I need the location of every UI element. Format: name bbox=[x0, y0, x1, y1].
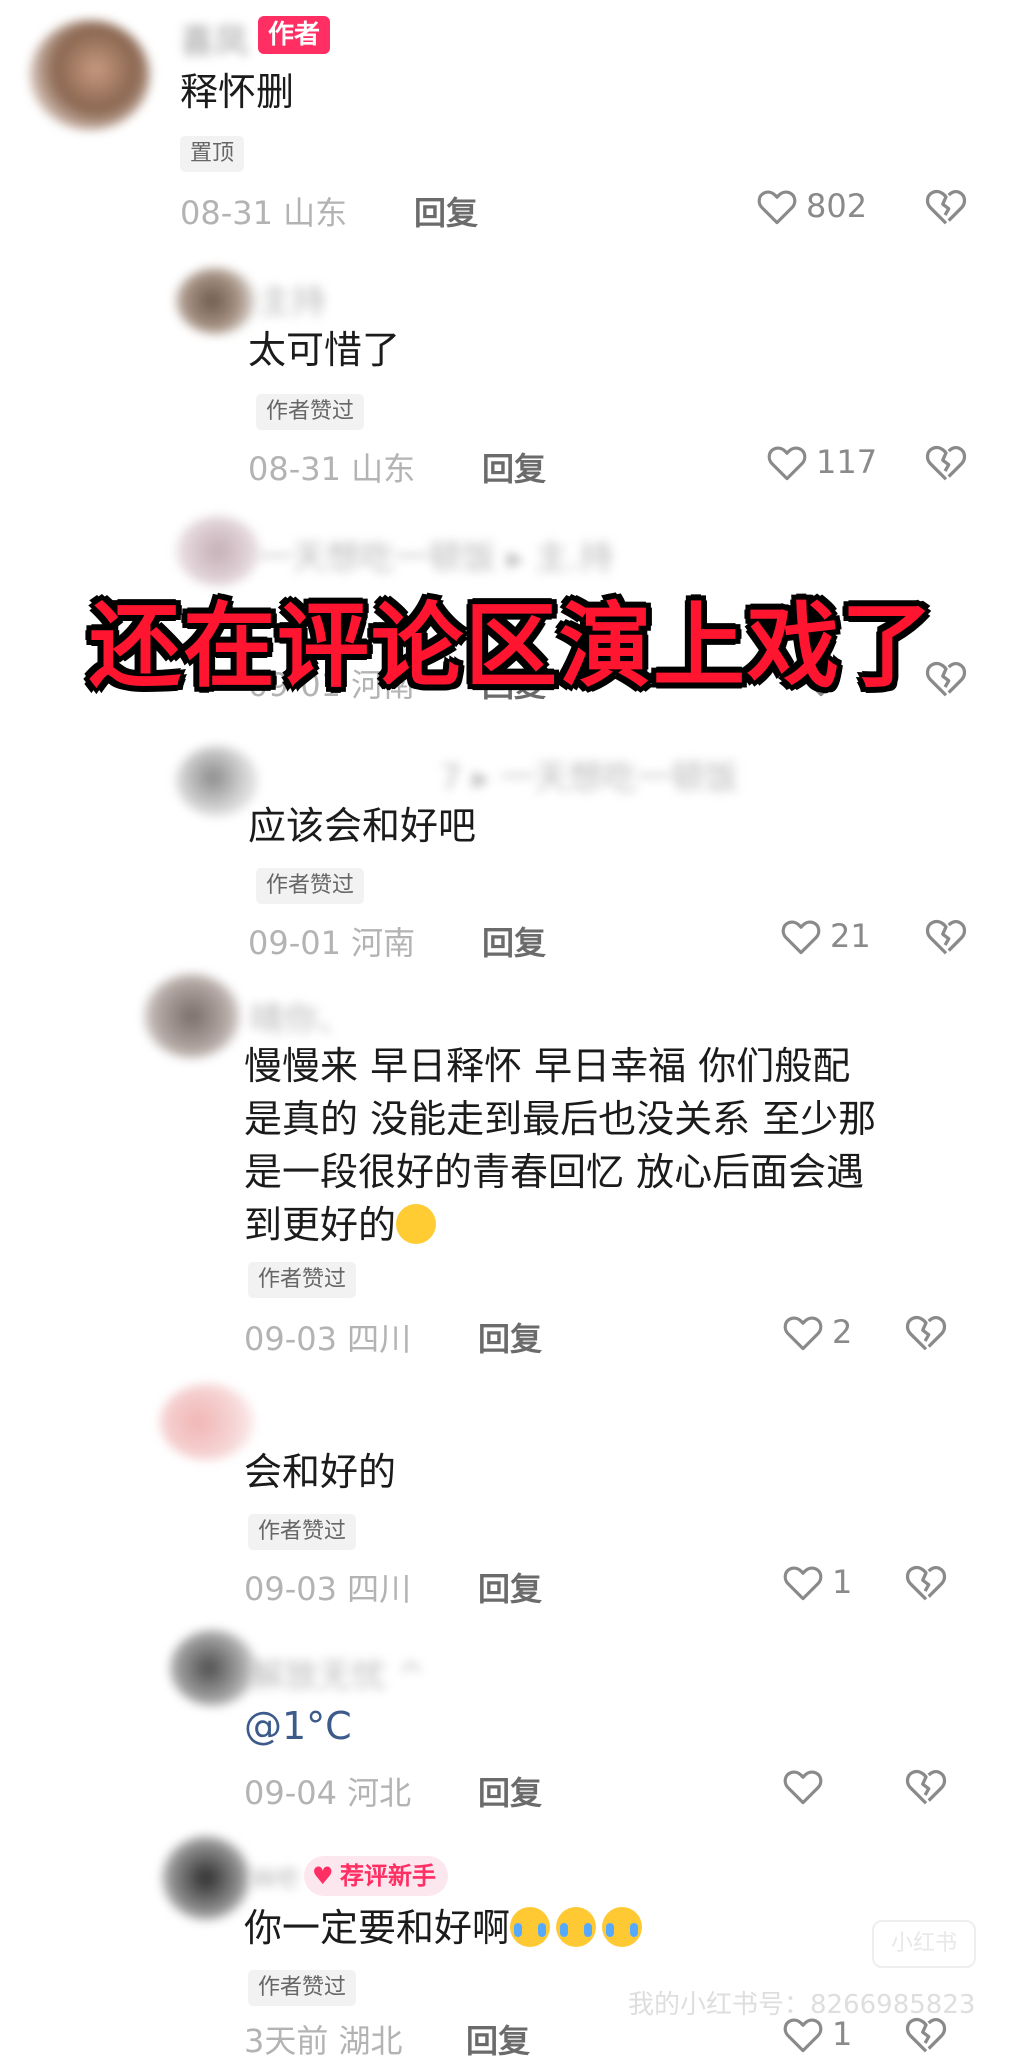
comment-text: 会和好的 bbox=[244, 1450, 397, 1494]
comment-date-location: 08-31 山东 bbox=[180, 194, 348, 232]
comment-date-location: 09-04 河北 bbox=[244, 1774, 412, 1812]
heart-icon bbox=[783, 1566, 823, 1601]
avatar[interactable] bbox=[30, 20, 150, 130]
heart-icon bbox=[783, 1770, 823, 1805]
comment-nickname[interactable]: we bbox=[250, 1856, 299, 1896]
heart-icon: ♥ bbox=[312, 1862, 334, 1890]
heart-icon bbox=[757, 190, 797, 225]
comment-text: 你一定要和好啊 bbox=[244, 1902, 643, 1955]
pinned-badge: 置顶 bbox=[180, 136, 245, 172]
avatar[interactable] bbox=[170, 1630, 256, 1706]
author-liked-badge: 作者赞过 bbox=[248, 1970, 357, 2006]
reply-button[interactable]: 回复 bbox=[482, 444, 546, 490]
watermark-text: 我的小红书号：8266985823 bbox=[628, 1990, 976, 2020]
heart-icon bbox=[783, 1316, 823, 1351]
comment-text: @1°C bbox=[244, 1704, 352, 1748]
broken-heart-icon bbox=[905, 1565, 947, 1601]
avatar[interactable] bbox=[144, 974, 240, 1058]
like-count: 21 bbox=[830, 917, 871, 955]
like-button[interactable]: 802 bbox=[756, 186, 867, 226]
dislike-button[interactable] bbox=[904, 1562, 948, 1606]
comment-nickname[interactable]: 喜凤 bbox=[180, 14, 248, 63]
dislike-button[interactable] bbox=[904, 1766, 948, 1810]
comment-nickname[interactable]: 7 ▸ 一天想吃一顿饭 bbox=[440, 750, 738, 799]
author-liked-badge: 作者赞过 bbox=[248, 1262, 357, 1298]
comment-date-location: 09-03 四川 bbox=[244, 1320, 412, 1358]
broken-heart-icon bbox=[925, 919, 967, 955]
watermark-logo: 小红书 bbox=[872, 1920, 976, 1968]
wink-emoji-icon bbox=[396, 1204, 437, 1244]
author-liked-badge: 作者赞过 bbox=[248, 1514, 357, 1550]
dislike-button[interactable] bbox=[924, 916, 968, 960]
like-count: 2 bbox=[832, 1313, 853, 1351]
reply-button[interactable]: 回复 bbox=[414, 188, 478, 234]
comment-nickname[interactable]: 晴你、 bbox=[250, 992, 352, 1041]
comment-date-location: 3天前 湖北 bbox=[244, 2022, 403, 2060]
comment-nickname[interactable]: 主持 bbox=[258, 274, 326, 323]
overlay-title: 还在评论区演上戏了 bbox=[88, 593, 935, 700]
reply-button[interactable]: 回复 bbox=[466, 2016, 530, 2062]
comment-text: 释怀删 bbox=[180, 70, 295, 114]
heart-icon bbox=[767, 446, 807, 481]
reply-button[interactable]: 回复 bbox=[482, 918, 546, 964]
crying-emoji-icon bbox=[556, 1907, 597, 1947]
dislike-button[interactable] bbox=[924, 442, 968, 486]
heart-icon bbox=[781, 920, 821, 955]
comment-date-location: 08-31 山东 bbox=[248, 450, 416, 488]
reply-button[interactable]: 回复 bbox=[478, 1564, 542, 1610]
avatar[interactable] bbox=[160, 1384, 254, 1460]
author-liked-badge: 作者赞过 bbox=[256, 868, 365, 904]
broken-heart-icon bbox=[905, 1769, 947, 1805]
comment-text: 应该会和好吧 bbox=[248, 804, 477, 848]
like-count: 1 bbox=[832, 1563, 853, 1601]
crying-emoji-icon bbox=[602, 1907, 643, 1947]
like-button[interactable]: 117 bbox=[766, 442, 877, 482]
reply-button[interactable]: 回复 bbox=[478, 1314, 542, 1360]
broken-heart-icon bbox=[905, 1315, 947, 1351]
comment-nickname[interactable]: 解放无忧 ^ bbox=[250, 1648, 425, 1697]
avatar[interactable] bbox=[176, 746, 258, 816]
comment-text-content: 慢慢来 早日释怀 早日幸福 你们般配 是真的 没能走到最后也没关系 至少那 是一… bbox=[244, 1044, 877, 1247]
comment-text: 太可惜了 bbox=[248, 328, 401, 372]
like-button[interactable]: 1 bbox=[782, 1562, 852, 1602]
reply-button[interactable]: 回复 bbox=[478, 1768, 542, 1814]
broken-heart-icon bbox=[925, 189, 967, 225]
like-count: 117 bbox=[816, 443, 878, 481]
avatar[interactable] bbox=[176, 268, 256, 334]
like-button[interactable]: 21 bbox=[780, 916, 871, 956]
author-liked-badge: 作者赞过 bbox=[256, 394, 365, 430]
recommended-reviewer-tag: ♥ 荐评新手 bbox=[304, 1856, 448, 1896]
broken-heart-icon bbox=[925, 445, 967, 481]
comment-text: 慢慢来 早日释怀 早日幸福 你们般配 是真的 没能走到最后也没关系 至少那 是一… bbox=[244, 1040, 984, 1252]
crying-emoji-icon bbox=[510, 1907, 551, 1947]
dislike-button[interactable] bbox=[924, 186, 968, 230]
dislike-button[interactable] bbox=[904, 1312, 948, 1356]
like-button[interactable]: 2 bbox=[782, 1312, 852, 1352]
comment-date-location: 09-03 四川 bbox=[244, 1570, 412, 1608]
comment-text-content: 你一定要和好啊 bbox=[244, 1906, 511, 1950]
author-tag: 作者 bbox=[258, 16, 331, 54]
avatar[interactable] bbox=[162, 1836, 250, 1920]
comment-date-location: 09-01 河南 bbox=[248, 924, 416, 962]
like-count: 802 bbox=[806, 187, 868, 225]
like-button[interactable] bbox=[782, 1766, 832, 1806]
rec-tag-label: 荐评新手 bbox=[340, 1862, 436, 1890]
